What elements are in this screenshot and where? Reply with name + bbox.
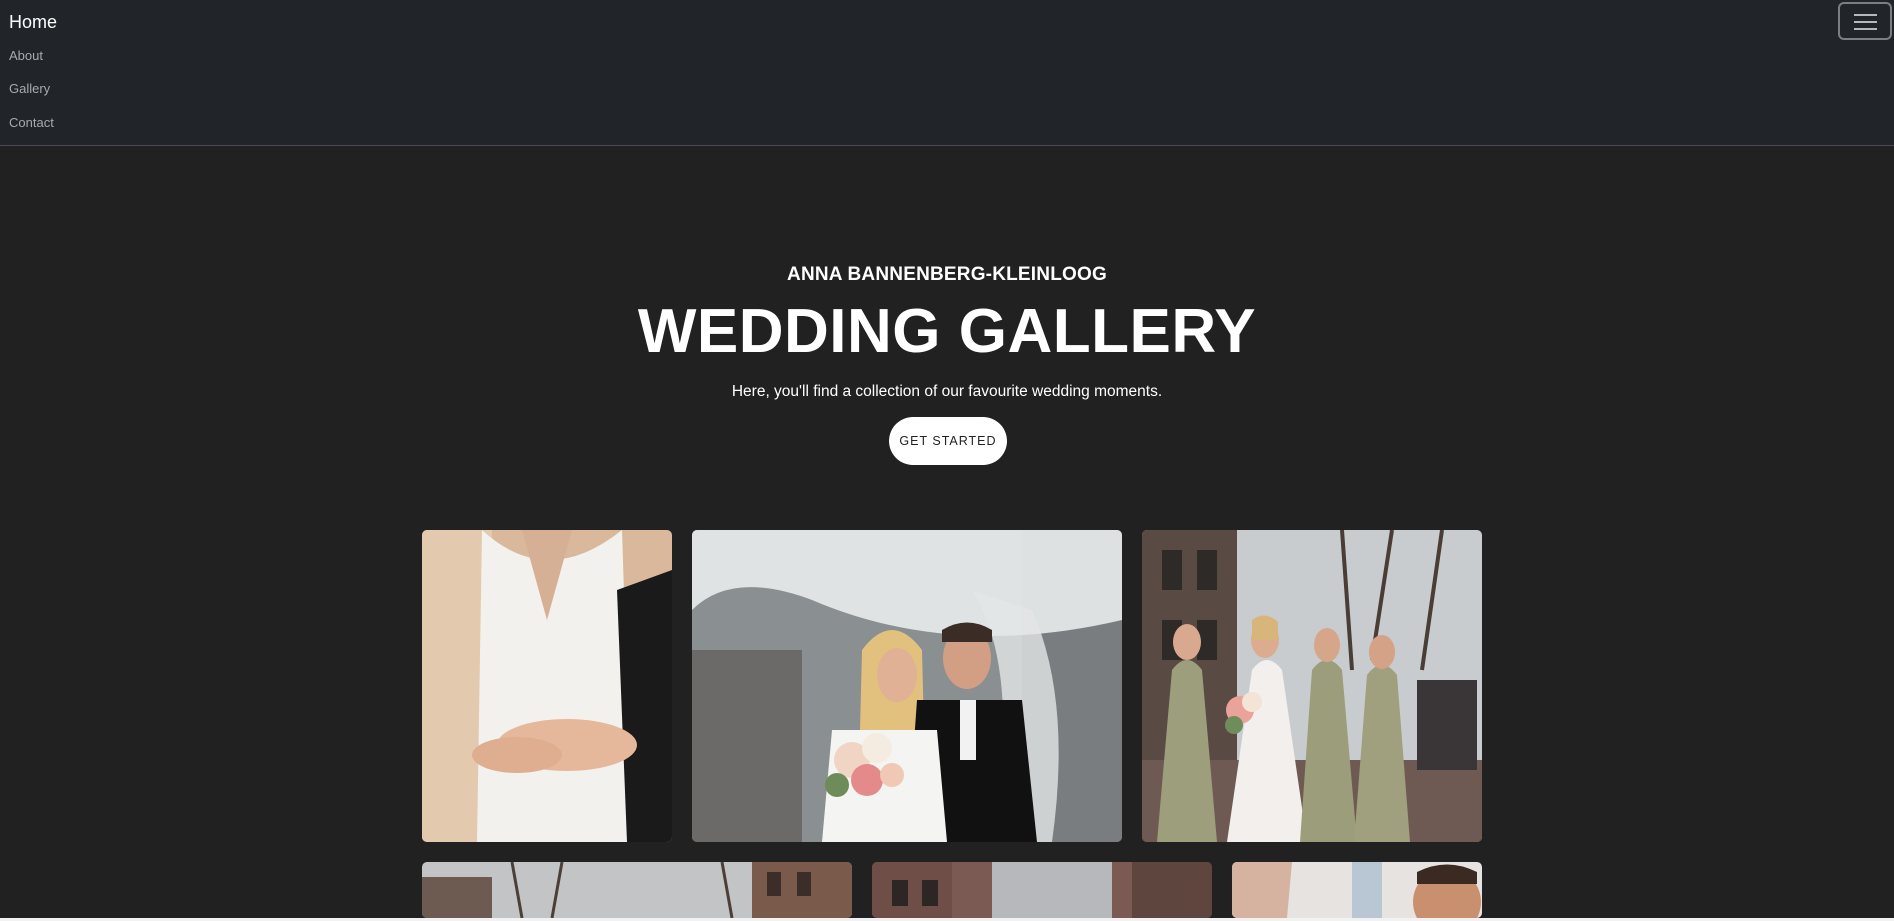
gallery-photo-couple-closeup[interactable]: [1232, 862, 1482, 918]
nav-home-link[interactable]: Home: [9, 12, 57, 33]
menu-toggle-button[interactable]: [1838, 2, 1892, 40]
hero-subtitle: Here, you'll find a collection of our fa…: [731, 383, 1163, 400]
hero-eyebrow: ANNA BANNENBERG-KLEINLOOG: [787, 264, 1107, 285]
gallery-photo-bridesmaids[interactable]: [1142, 530, 1482, 842]
get-started-button[interactable]: GET STARTED: [889, 417, 1007, 465]
gallery-photo-hands[interactable]: [422, 530, 672, 842]
gallery-photo-couple-veil[interactable]: [692, 530, 1122, 842]
gallery-photo-canal-houses[interactable]: [872, 862, 1212, 918]
nav-about-link[interactable]: About: [9, 48, 43, 63]
page-title: WEDDING GALLERY: [637, 297, 1257, 366]
nav-contact-link[interactable]: Contact: [9, 115, 54, 130]
nav-gallery-link[interactable]: Gallery: [9, 81, 50, 96]
gallery-photo-street[interactable]: [422, 862, 852, 918]
navbar: Home About Gallery Contact: [0, 0, 1894, 146]
